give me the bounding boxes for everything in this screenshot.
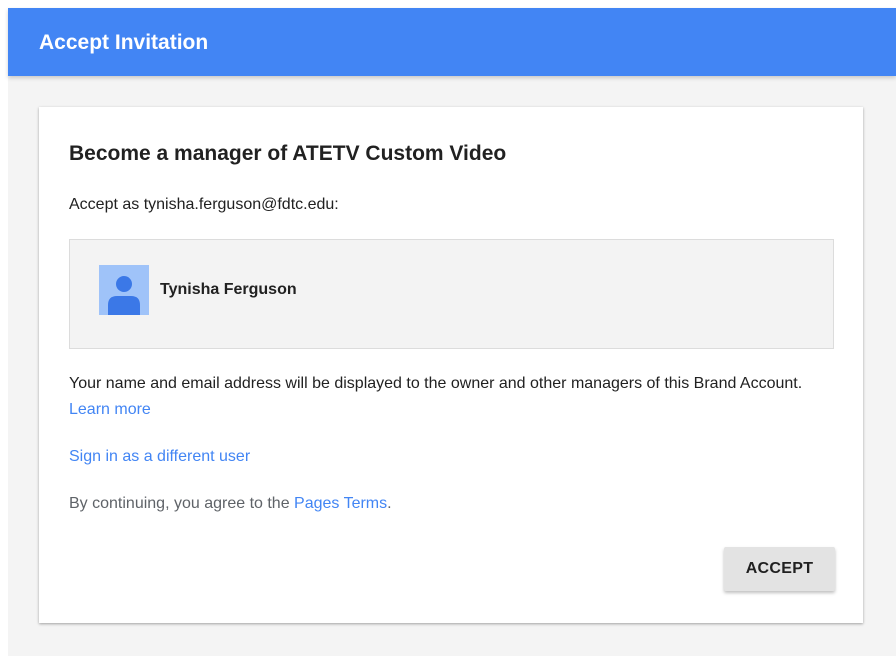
accept-button[interactable]: ACCEPT [724,547,835,591]
person-avatar-icon [99,265,149,315]
disclosure-text: Your name and email address will be disp… [69,371,829,423]
invitation-card: Become a manager of ATETV Custom Video A… [39,107,863,623]
learn-more-link[interactable]: Learn more [69,401,151,418]
page: Accept Invitation Become a manager of AT… [8,8,896,656]
pages-terms-link[interactable]: Pages Terms [294,495,387,512]
disclosure-body: Your name and email address will be disp… [69,375,803,392]
terms-prefix: By continuing, you agree to the [69,495,290,512]
sign-in-different-user-link[interactable]: Sign in as a different user [69,447,250,467]
accept-as-text: Accept as tynisha.ferguson@fdtc.edu: [69,196,339,213]
terms-suffix: . [387,495,392,512]
header-title: Accept Invitation [39,31,209,54]
app-header: Accept Invitation [8,8,896,76]
terms-text: By continuing, you agree to the Pages Te… [69,494,392,514]
account-panel: Tynisha Ferguson [69,239,834,349]
account-name: Tynisha Ferguson [160,281,297,298]
card-title: Become a manager of ATETV Custom Video [69,142,507,165]
